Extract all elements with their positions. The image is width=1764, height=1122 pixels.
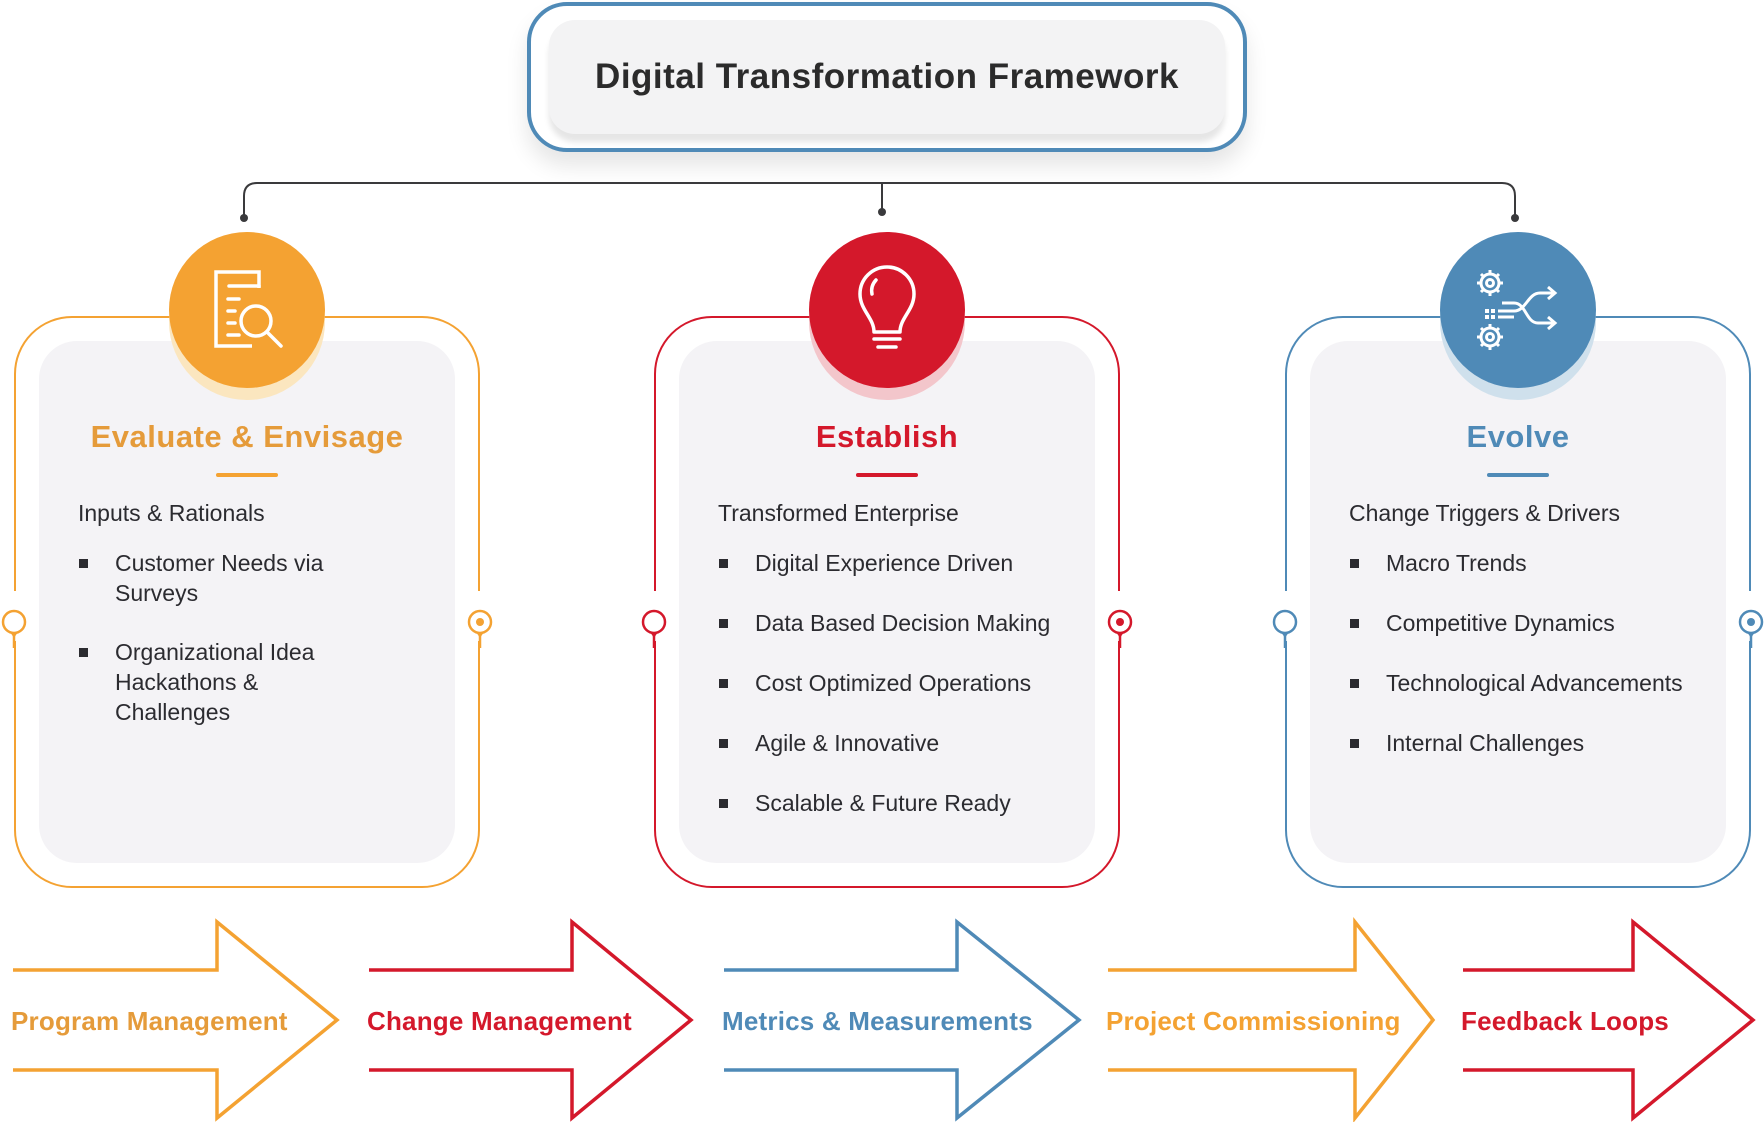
- flow-label: Feedback Loops: [1461, 1006, 1669, 1036]
- pillar-card-evaluate: Evaluate & Envisage Inputs & Rationals C…: [1, 232, 493, 888]
- list-item: Technological Advancements: [1349, 668, 1731, 728]
- bullet-square-icon: [1350, 619, 1359, 628]
- list-item: Scalable & Future Ready: [718, 788, 1100, 848]
- pillar-icon-badge: [1440, 232, 1596, 388]
- list-item: Organizational Idea Hackathons & Challen…: [78, 637, 360, 727]
- pillar-icon-badge: [169, 232, 325, 388]
- lightbulb-icon: [858, 265, 916, 349]
- pillar-icon-badge: [809, 232, 965, 388]
- list-item: Customer Needs via Surveys: [78, 548, 360, 608]
- pillar-title: Evaluate & Envisage: [90, 419, 404, 454]
- connector-tree: [240, 182, 1519, 222]
- pillar-card-establish: Establish Transformed Enterprise Digital…: [641, 232, 1133, 888]
- connector-dot-right: [1511, 214, 1519, 222]
- connector-pin-open: [1272, 609, 1298, 648]
- pillar-subhead: Change Triggers & Drivers: [1349, 500, 1620, 526]
- pillar-title: Establish: [815, 419, 959, 454]
- gears-shuffle-icon: [1477, 270, 1558, 350]
- connector-dot-left: [240, 214, 248, 222]
- bullet-square-icon: [719, 559, 728, 568]
- pillar-title: Evolve: [1466, 419, 1570, 454]
- flow-label: Project Commissioning: [1106, 1006, 1401, 1036]
- title-underline: [856, 473, 918, 477]
- bullet-square-icon: [719, 619, 728, 628]
- connector-pin-filled: [1738, 609, 1764, 648]
- connector-pin-filled: [467, 609, 493, 648]
- bullet-square-icon: [719, 739, 728, 748]
- connector-pin-open: [641, 609, 667, 648]
- list-item: Agile & Innovative: [718, 728, 1100, 788]
- bullet-square-icon: [719, 679, 728, 688]
- pillar-card-evolve: Evolve Change Triggers & Drivers Macro T…: [1272, 232, 1764, 888]
- flow-label: Change Management: [367, 1006, 632, 1036]
- pillar-subhead: Transformed Enterprise: [718, 500, 959, 526]
- pillar-bullet-list: Customer Needs via Surveys Organizationa…: [78, 548, 360, 756]
- list-item: Data Based Decision Making: [718, 608, 1100, 668]
- flow-label: Metrics & Measurements: [722, 1006, 1033, 1036]
- pillar-bullet-list: Macro Trends Competitive Dynamics Techno…: [1349, 548, 1731, 788]
- bullet-square-icon: [1350, 679, 1359, 688]
- list-item: Cost Optimized Operations: [718, 668, 1100, 728]
- connector-pin-filled: [1107, 609, 1133, 648]
- flow-label: Program Management: [11, 1006, 288, 1036]
- bullet-square-icon: [1350, 559, 1359, 568]
- bullet-square-icon: [719, 799, 728, 808]
- connector-pin-open: [1, 609, 27, 648]
- list-item: Digital Experience Driven: [718, 548, 1100, 608]
- list-item: Internal Challenges: [1349, 728, 1731, 788]
- title-underline: [216, 473, 278, 477]
- pillar-bullet-list: Digital Experience Driven Data Based Dec…: [718, 548, 1100, 848]
- list-item: Competitive Dynamics: [1349, 608, 1731, 668]
- document-search-icon: [214, 270, 283, 348]
- title-underline: [1487, 473, 1549, 477]
- list-item: Macro Trends: [1349, 548, 1731, 608]
- bullet-square-icon: [79, 559, 88, 568]
- connector-dot-center: [878, 208, 886, 216]
- pillar-subhead: Inputs & Rationals: [78, 500, 265, 526]
- bullet-square-icon: [79, 648, 88, 657]
- bullet-square-icon: [1350, 739, 1359, 748]
